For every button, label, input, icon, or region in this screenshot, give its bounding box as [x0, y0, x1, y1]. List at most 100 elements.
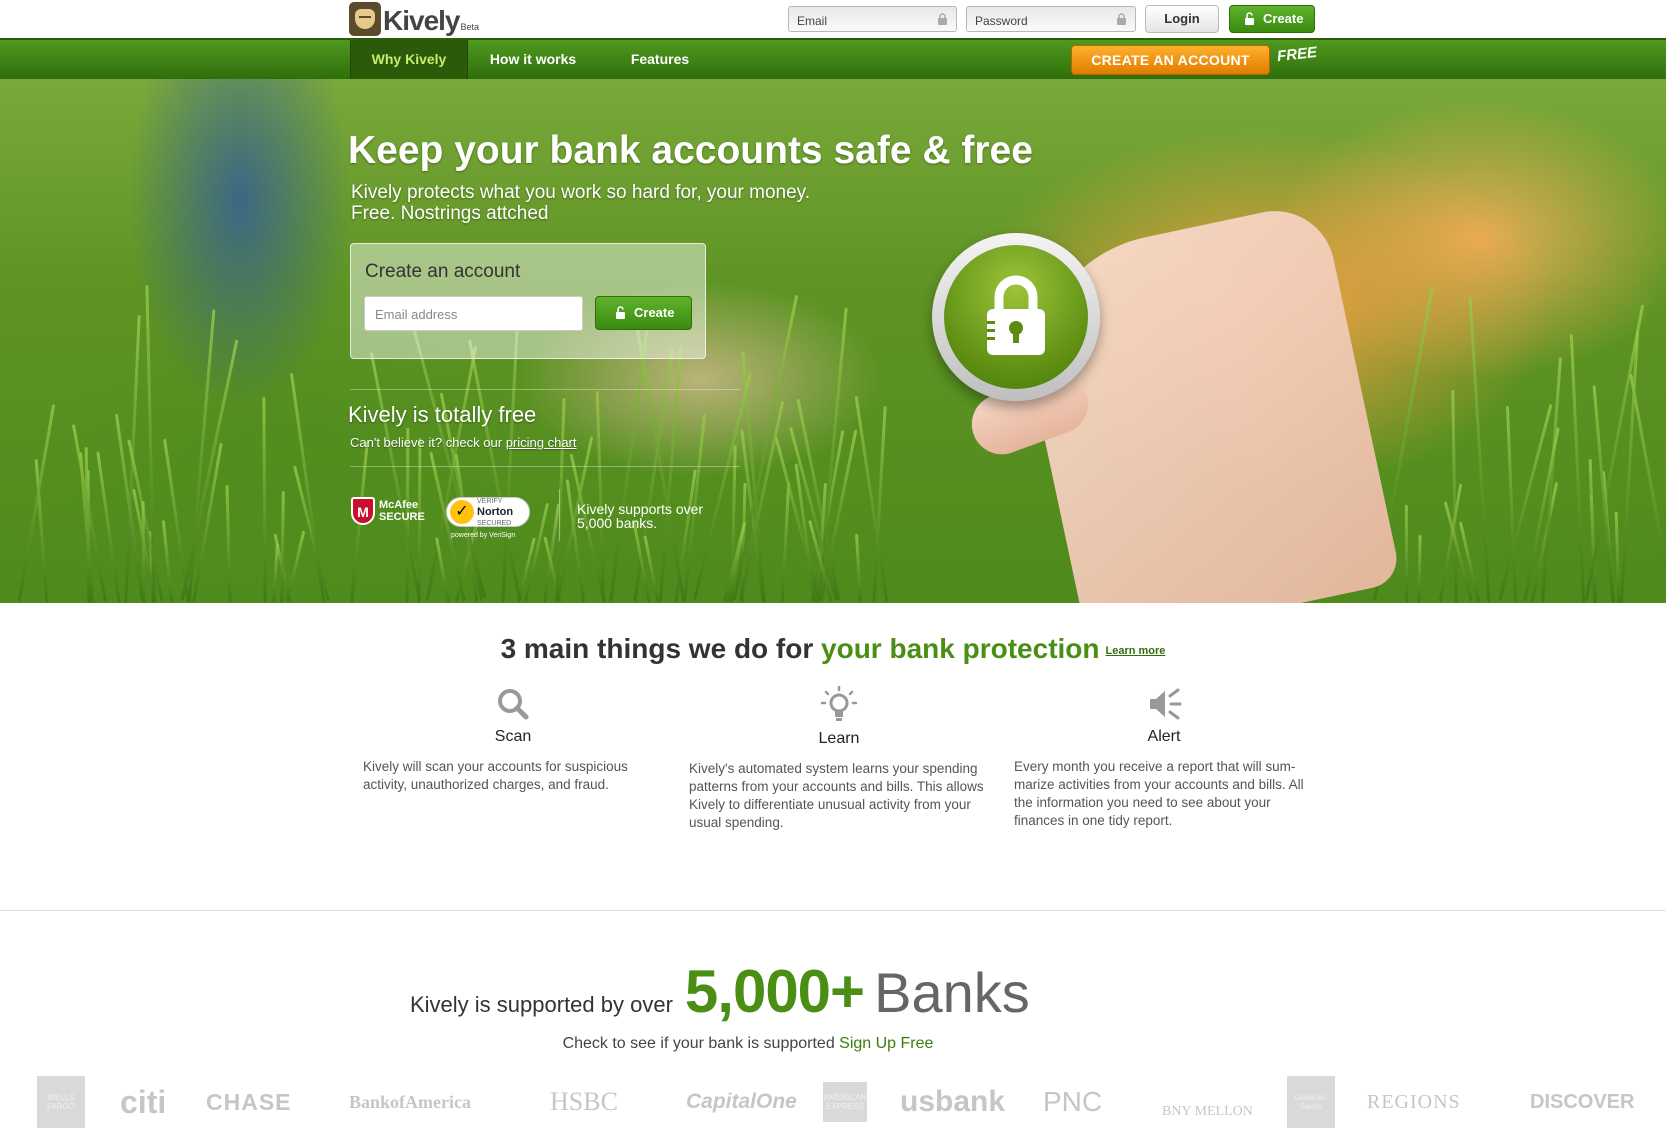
sign-up-free-link[interactable]: Sign Up Free: [839, 1035, 933, 1052]
create-account-submit-button[interactable]: Create: [595, 296, 692, 330]
grass-blade: [280, 490, 285, 603]
grass-blade: [434, 536, 450, 603]
search-icon: [498, 689, 529, 720]
grass-blade: [262, 397, 267, 603]
bank-logo-capital-one: CapitalOne: [686, 1090, 797, 1113]
supports-banks-text: Kively supports over 5,000 banks.: [577, 501, 704, 531]
feature-description: Kively will scan your accounts for suspi…: [363, 759, 628, 792]
login-password-placeholder: Password: [975, 14, 1028, 28]
grass-blade: [1468, 296, 1490, 603]
feature-learn: Learn Kively's automated system learns y…: [689, 686, 989, 832]
grass-blade: [1569, 334, 1586, 603]
grass-blade: [780, 481, 791, 603]
login-email-placeholder: Email: [797, 14, 828, 28]
bank-count: 5,000+: [684, 958, 865, 1025]
create-account-form: Create an account Email address Create: [350, 243, 706, 359]
main-nav: Why Kively How it works Features CREATE …: [0, 38, 1666, 79]
grass-blade: [1629, 373, 1666, 602]
supported-banks-heading: Kively is supported by over 5,000+ Banks: [410, 957, 1030, 1026]
hero-title: Keep your bank accounts safe & free: [348, 129, 1033, 172]
kively-logo-icon: [349, 2, 381, 36]
lock-icon: [616, 306, 625, 319]
login-email-input[interactable]: Email: [788, 6, 957, 32]
feature-alert: Alert Every month you receive a report t…: [1014, 686, 1314, 830]
feature-description: Every month you receive a report that wi…: [1014, 759, 1304, 828]
bank-logo-wells-fargo: WELLS FARGO: [37, 1076, 85, 1128]
logo-text: Kively: [383, 5, 460, 36]
padlock-icon: [987, 275, 1045, 355]
norton-secured-badge[interactable]: ✓ VERIFY Norton SECURED: [446, 497, 530, 527]
create-account-button[interactable]: CREATE AN ACCOUNT: [1071, 45, 1270, 75]
learn-more-link[interactable]: Learn more: [1106, 645, 1166, 657]
bank-logo-bank-of-america: BankofAmerica: [349, 1091, 471, 1112]
norton-powered-by: powered by VeriSign: [451, 532, 516, 539]
grass-blade: [272, 542, 280, 603]
kively-logo[interactable]: Kively Beta: [349, 2, 479, 36]
lightbulb-icon: [821, 686, 857, 721]
bank-logo-hsbc: HSBC: [550, 1087, 618, 1116]
mcafee-label: McAfee: [379, 499, 419, 511]
pricing-text: Can't believe it? check our pricing char…: [350, 435, 577, 450]
norton-secured-label: SECURED: [477, 519, 512, 527]
bank-logo-chase: CHASE: [206, 1088, 292, 1115]
nav-how-it-works[interactable]: How it works: [482, 40, 584, 79]
create-button-top-label: Create: [1263, 11, 1304, 26]
bank-logo-american-express: AMERICAN EXPRESS: [823, 1082, 867, 1122]
hero-banner: Keep your bank accounts safe & free Kive…: [0, 79, 1666, 603]
bank-logo-us-bank: usbank: [900, 1085, 1006, 1118]
feature-description: Kively's automated system learns your sp…: [689, 761, 984, 830]
bank-logo-regions: REGIONS: [1367, 1090, 1461, 1113]
feature-title: Alert: [1147, 728, 1181, 745]
logo-beta-label: Beta: [460, 22, 480, 32]
login-password-input[interactable]: Password: [966, 6, 1136, 32]
grass-blade: [161, 520, 173, 603]
hero-subtitle-line1: Kively protects what you work so hard fo…: [351, 182, 811, 203]
grass-blade: [17, 404, 56, 602]
bank-logo-bny-mellon: BNY MELLON: [1162, 1104, 1253, 1119]
features-heading-highlight: your bank protection: [821, 633, 1100, 664]
grass-blade: [1614, 511, 1621, 603]
features-heading-plain: 3 main things we do for: [500, 633, 822, 664]
lock-icon: [938, 13, 947, 25]
create-button-top[interactable]: Create: [1229, 5, 1315, 33]
create-account-submit-label: Create: [634, 305, 675, 320]
grass-blade: [225, 484, 232, 603]
feature-scan: Scan Kively will scan your accounts for …: [363, 686, 663, 794]
supported-by-text: Kively is supported by over: [410, 992, 673, 1017]
check-bank-prefix: Check to see if your bank is supported: [562, 1035, 840, 1052]
bank-logo-pnc: PNC: [1043, 1086, 1103, 1117]
email-address-input[interactable]: Email address: [364, 296, 583, 331]
speaker-icon: [1150, 688, 1182, 720]
grass-blade: [1523, 427, 1561, 602]
pricing-chart-link[interactable]: pricing chart: [506, 435, 577, 450]
grass-blade: [1438, 483, 1463, 603]
grass-blade: [1540, 356, 1562, 603]
section-divider: [0, 910, 1666, 911]
grass-blade: [1404, 505, 1408, 603]
grass-blade: [872, 406, 888, 603]
lock-icon: [1117, 13, 1126, 25]
check-bank-text: Check to see if your bank is supported S…: [0, 1035, 1496, 1053]
bank-logo-discover: DISCOVER: [1530, 1090, 1635, 1113]
mcafee-shield-icon: M: [351, 497, 375, 525]
banks-word: Banks: [874, 961, 1030, 1024]
bank-logos-strip: WELLS FARGO citi CHASE BankofAmerica HSB…: [0, 1076, 1666, 1132]
create-account-title: Create an account: [365, 261, 521, 282]
vertical-divider: [559, 489, 560, 541]
norton-label: Norton: [477, 505, 514, 518]
nav-features[interactable]: Features: [620, 40, 700, 79]
feature-title: Learn: [818, 730, 860, 747]
security-badge: [932, 233, 1100, 401]
mcafee-secure-badge[interactable]: M McAfee SECURE: [351, 497, 425, 525]
totally-free-heading: Kively is totally free: [348, 402, 537, 427]
features-heading: 3 main things we do for your bank protec…: [0, 633, 1666, 665]
feature-title: Scan: [494, 728, 532, 745]
login-button[interactable]: Login: [1145, 5, 1219, 33]
nav-why-kively[interactable]: Why Kively: [350, 40, 468, 79]
bank-logo-citi: citi: [120, 1083, 167, 1120]
divider: [350, 466, 740, 467]
bank-logo-goldman-sachs: Goldman Sachs: [1287, 1076, 1335, 1128]
divider: [350, 389, 740, 390]
grass-blade: [855, 533, 863, 603]
top-bar: Kively Beta Email Password Login Create: [0, 0, 1666, 38]
